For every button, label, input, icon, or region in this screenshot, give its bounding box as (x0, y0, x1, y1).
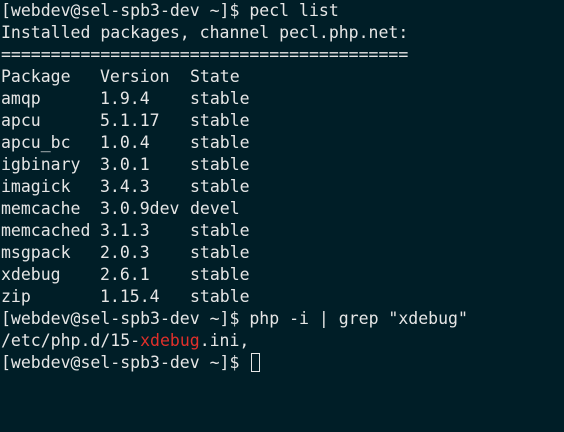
package-version: 3.0.1 (100, 155, 150, 174)
package-state: stable (190, 221, 250, 240)
package-state: stable (190, 287, 250, 306)
command-line: [webdev@sel-spb3-dev ~]$ php -i | grep "… (1, 308, 564, 330)
table-header-row: Package Version State (1, 66, 564, 88)
package-name: apcu_bc (1, 133, 71, 152)
active-command-line[interactable]: [webdev@sel-spb3-dev ~]$ (1, 352, 564, 374)
package-name: msgpack (1, 243, 71, 262)
package-version: 1.15.4 (100, 287, 160, 306)
package-name: xdebug (1, 265, 61, 284)
package-state: stable (190, 265, 250, 284)
package-version: 1.9.4 (100, 89, 150, 108)
grep-output-prefix: /etc/php.d/15- (1, 331, 141, 350)
table-row: apcu_bc 1.0.4 stable (1, 132, 564, 154)
package-state: devel (190, 199, 240, 218)
table-row: apcu 5.1.17 stable (1, 110, 564, 132)
package-version: 1.0.4 (100, 133, 150, 152)
shell-prompt: [webdev@sel-spb3-dev ~]$ (1, 1, 250, 20)
package-name: amqp (1, 89, 41, 108)
table-row: zip 1.15.4 stable (1, 286, 564, 308)
package-version: 3.4.3 (100, 177, 150, 196)
package-state: stable (190, 243, 250, 262)
package-state: stable (190, 89, 250, 108)
grep-match-highlight: xdebug (140, 331, 200, 350)
package-name: memcache (1, 199, 81, 218)
output-separator: ========================================… (1, 45, 409, 64)
terminal-window[interactable]: [webdev@sel-spb3-dev ~]$ pecl list Insta… (0, 0, 564, 432)
package-state: stable (190, 133, 250, 152)
shell-prompt: [webdev@sel-spb3-dev ~]$ (1, 353, 250, 372)
table-row: igbinary 3.0.1 stable (1, 154, 564, 176)
package-state: stable (190, 177, 250, 196)
package-state: stable (190, 155, 250, 174)
table-row: memcached 3.1.3 stable (1, 220, 564, 242)
command-text: php -i | grep "xdebug" (249, 309, 468, 328)
output-header: Installed packages, channel pecl.php.net… (1, 23, 409, 42)
column-header-version: Version (100, 67, 170, 86)
package-name: memcached (1, 221, 91, 240)
package-version: 2.0.3 (100, 243, 150, 262)
package-name: igbinary (1, 155, 81, 174)
table-row: amqp 1.9.4 stable (1, 88, 564, 110)
package-version: 3.1.3 (100, 221, 150, 240)
package-list: amqp 1.9.4 stable apcu 5.1.17 stable apcu_bc 1.… (1, 88, 564, 308)
grep-output-suffix: .ini, (199, 331, 250, 350)
package-state: stable (190, 111, 250, 130)
package-name: apcu (1, 111, 41, 130)
command-text: pecl list (249, 1, 339, 20)
package-name: zip (1, 287, 31, 306)
column-header-state: State (190, 67, 240, 86)
shell-prompt: [webdev@sel-spb3-dev ~]$ (1, 309, 250, 328)
grep-output-line: /etc/php.d/15-xdebug.ini, (1, 330, 564, 352)
table-row: msgpack 2.0.3 stable (1, 242, 564, 264)
table-row: memcache 3.0.9dev devel (1, 198, 564, 220)
command-line: [webdev@sel-spb3-dev ~]$ pecl list (1, 0, 564, 22)
column-header-package: Package (1, 67, 71, 86)
package-version: 2.6.1 (100, 265, 150, 284)
package-version: 5.1.17 (100, 111, 160, 130)
package-name: imagick (1, 177, 71, 196)
table-row: imagick 3.4.3 stable (1, 176, 564, 198)
text-cursor[interactable] (251, 353, 261, 372)
package-version: 3.0.9dev (100, 199, 180, 218)
table-row: xdebug 2.6.1 stable (1, 264, 564, 286)
